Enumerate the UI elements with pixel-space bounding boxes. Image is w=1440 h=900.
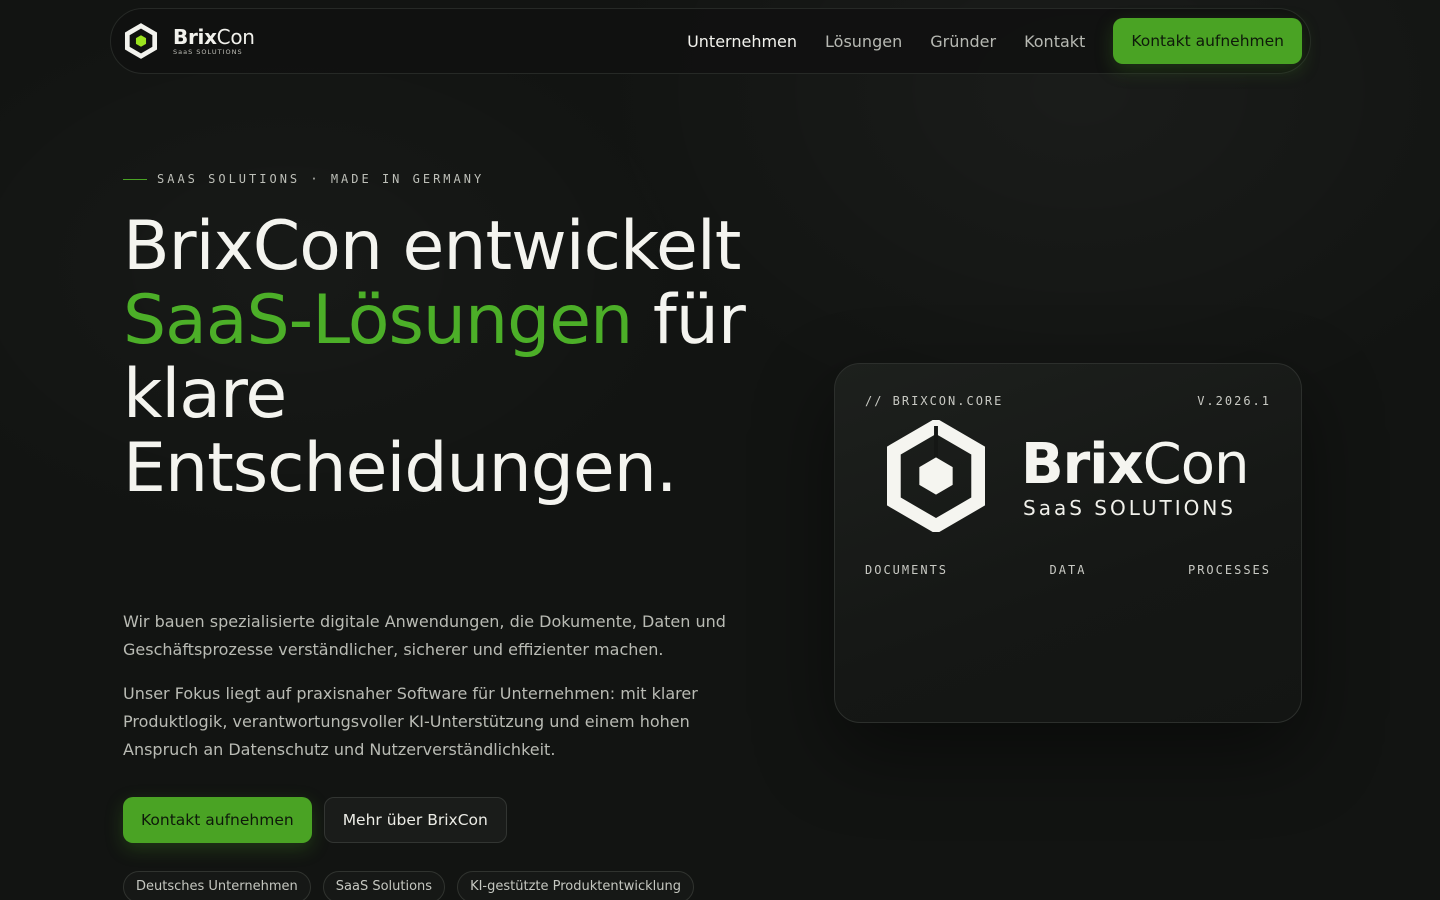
brand-wordmark: BrixCon SaaS SOLUTIONS [173,27,255,56]
hero-buttons: Kontakt aufnehmen Mehr über BrixCon [123,797,507,843]
hero-headline: BrixCon entwickelt SaaS-Lösungen für kla… [123,210,763,506]
card-tags: DOCUMENTS DATA PROCESSES [865,563,1271,577]
brand-name: BrixCon [173,24,255,49]
hexagon-cube-logo-icon [123,23,159,59]
card-logo-subtitle: SaaS SOLUTIONS [1023,496,1236,520]
eyebrow-text: SAAS SOLUTIONS · MADE IN GERMANY [157,172,485,186]
brand-logo[interactable]: BrixCon SaaS SOLUTIONS [123,23,255,59]
headline-part1: BrixCon entwickelt [123,207,741,286]
headline-accent: SaaS-Lösungen [123,281,633,360]
more-about-button[interactable]: Mehr über BrixCon [323,797,507,843]
hero-paragraph-2: Unser Fokus liegt auf praxisnaher Softwa… [123,684,698,759]
card-wordmark: BrixCon SaaS SOLUTIONS [1021,432,1249,521]
card-tag-data: DATA [1049,563,1087,577]
chip-saas-solutions: SaaS Solutions [322,871,446,900]
nav-link-unternehmen[interactable]: Unternehmen [687,32,797,51]
nav-link-kontakt[interactable]: Kontakt [1024,32,1085,51]
hero-contact-button[interactable]: Kontakt aufnehmen [123,797,312,843]
nav-link-gruender[interactable]: Gründer [930,32,996,51]
card-label-left: // BRIXCON.CORE [865,394,1004,408]
nav-link-loesungen[interactable]: Lösungen [825,32,902,51]
card-logo: BrixCon SaaS SOLUTIONS [887,418,1249,536]
chip-ai-product-dev: KI-gestützte Produktentwicklung [457,871,694,900]
top-navigation: BrixCon SaaS SOLUTIONS Unternehmen Lösun… [110,8,1311,74]
hero-chips: Deutsches Unternehmen SaaS Solutions KI-… [123,871,694,900]
chip-german-company: Deutsches Unternehmen [123,871,311,900]
card-logo-name: BrixCon [1021,432,1249,497]
eyebrow-line [123,178,147,180]
card-tag-documents: DOCUMENTS [865,563,949,577]
card-tag-processes: PROCESSES [1187,563,1271,577]
hexagon-cube-logo-icon [887,418,985,536]
hero-eyebrow: SAAS SOLUTIONS · MADE IN GERMANY [123,172,484,186]
brand-card: // BRIXCON.CORE V.2026.1 BrixCon SaaS SO… [834,363,1302,723]
brand-subtitle: SaaS SOLUTIONS [173,47,243,56]
card-version: V.2026.1 [1197,394,1271,408]
card-header: // BRIXCON.CORE V.2026.1 [865,394,1271,408]
nav-contact-button[interactable]: Kontakt aufnehmen [1113,18,1302,64]
hero-paragraph-1: Wir bauen spezialisierte digitale Anwend… [123,612,726,659]
nav-links: Unternehmen Lösungen Gründer Kontakt Kon… [687,18,1302,64]
